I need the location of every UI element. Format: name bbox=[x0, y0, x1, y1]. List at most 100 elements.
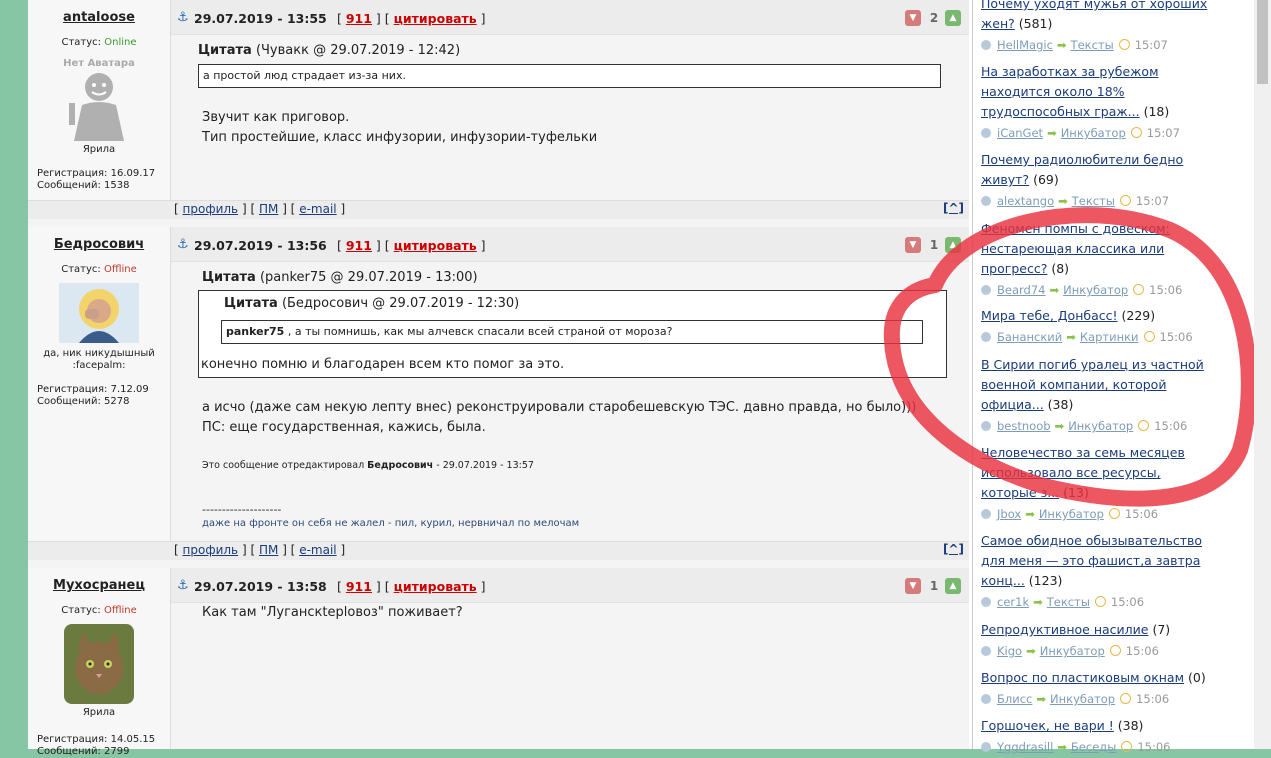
message-count: Сообщений: 5278 bbox=[37, 396, 130, 407]
topic-user[interactable]: Jbox bbox=[997, 507, 1021, 521]
author-name[interactable]: antaloose bbox=[28, 10, 170, 25]
topic-link[interactable]: Горшочек, не вари ! bbox=[981, 718, 1114, 733]
profile-link[interactable]: профиль bbox=[183, 543, 239, 557]
topic-link[interactable]: Почему уходят мужья от хороших жен? bbox=[981, 0, 1207, 31]
thumb-down-icon[interactable]: ▼ bbox=[905, 237, 921, 253]
topic-category[interactable]: Инкубатор bbox=[1039, 507, 1104, 521]
anchor-icon[interactable]: ⚓ bbox=[177, 10, 189, 25]
scrollbar-thumb[interactable] bbox=[1257, 0, 1268, 84]
sidebar-topic: Феномен помпы с довеском: нестареющая кл… bbox=[981, 219, 1215, 299]
topic-link[interactable]: На заработках за рубежом находится около… bbox=[981, 64, 1159, 119]
topic-category[interactable]: Беседы bbox=[1071, 740, 1116, 754]
bracket: ] [ bbox=[241, 543, 256, 557]
author-panel: Мухосранец Статус: Offline Ярила Регистр… bbox=[28, 568, 171, 757]
quote-link[interactable]: цитировать bbox=[394, 579, 477, 594]
page-scrollbar[interactable] bbox=[1254, 0, 1271, 749]
post-actions: [ 911 ] [ цитировать ] bbox=[337, 238, 486, 253]
author-name[interactable]: Мухосранец bbox=[28, 578, 170, 593]
author-panel: Бедросович Статус: Offline да, ник никуд… bbox=[28, 227, 171, 541]
thumb-down-icon[interactable]: ▼ bbox=[905, 10, 921, 26]
pm-link[interactable]: ПМ bbox=[259, 202, 278, 216]
quote-source: (panker75 @ 29.07.2019 - 13:00) bbox=[259, 270, 478, 285]
status-label: Статус: bbox=[61, 264, 101, 275]
topic-user[interactable]: Beard74 bbox=[997, 283, 1045, 297]
topic-category[interactable]: Инкубатор bbox=[1063, 283, 1128, 297]
scroll-top-link[interactable]: [^] bbox=[943, 542, 964, 556]
topic-count: (38) bbox=[1117, 718, 1144, 733]
thumb-up-icon[interactable]: ▲ bbox=[945, 237, 961, 253]
quote-link[interactable]: цитировать bbox=[394, 238, 477, 253]
topic-user[interactable]: Блисс bbox=[997, 692, 1032, 706]
author-name[interactable]: Бедросович bbox=[28, 237, 170, 252]
topic-link[interactable]: В Сирии погиб уралец из частной военной … bbox=[981, 357, 1204, 412]
topic-category[interactable]: Тексты bbox=[1072, 194, 1115, 208]
topic-user[interactable]: iCanGet bbox=[997, 126, 1043, 140]
thumb-down-icon[interactable]: ▼ bbox=[905, 578, 921, 594]
thumb-up-icon[interactable]: ▲ bbox=[945, 578, 961, 594]
topic-user[interactable]: HellMagic bbox=[997, 38, 1053, 52]
scroll-top-link[interactable]: [^] bbox=[943, 201, 964, 215]
email-link[interactable]: e-mail bbox=[299, 543, 336, 557]
topic-user[interactable]: alextango bbox=[997, 194, 1054, 208]
topic-user[interactable]: Yggdrasill bbox=[997, 740, 1053, 754]
post-number-link[interactable]: 911 bbox=[346, 238, 372, 253]
topic-count: (13) bbox=[1063, 485, 1089, 500]
post-date: 29.07.2019 - 13:56 bbox=[194, 238, 327, 253]
topic-category[interactable]: Инкубатор bbox=[1040, 644, 1105, 658]
topic-user[interactable]: bestnoob bbox=[997, 419, 1051, 433]
post-text-line: ПС: еще государственная, кажись, была. bbox=[202, 420, 486, 435]
author-rank: Ярила bbox=[82, 144, 116, 155]
topic-time: 15:06 bbox=[1137, 740, 1171, 754]
topic-link[interactable]: Почему радиолюбители бедно живут? bbox=[981, 152, 1183, 187]
topic-user[interactable]: cer1k bbox=[997, 595, 1029, 609]
user-icon bbox=[981, 742, 991, 752]
nested-quote-user: panker75 bbox=[226, 325, 285, 338]
rating-count: 1 bbox=[929, 238, 939, 252]
topic-category[interactable]: Тексты bbox=[1047, 595, 1090, 609]
arrow-icon: ➡ bbox=[1025, 507, 1035, 521]
anchor-icon[interactable]: ⚓ bbox=[177, 578, 189, 593]
topic-category[interactable]: Картинки bbox=[1080, 330, 1139, 344]
topic-category[interactable]: Инкубатор bbox=[1050, 692, 1115, 706]
topic-user[interactable]: Kigo bbox=[997, 644, 1022, 658]
quote-box: Цитата (Бедросович @ 29.07.2019 - 12:30)… bbox=[198, 290, 947, 378]
topic-count: (7) bbox=[1152, 622, 1171, 637]
status-value: Offline bbox=[103, 605, 137, 616]
status-value: Online bbox=[104, 37, 137, 48]
edit-note-date: - 29.07.2019 - 13:57 bbox=[436, 460, 534, 471]
profile-link[interactable]: профиль bbox=[183, 202, 239, 216]
clock-icon bbox=[1121, 741, 1133, 752]
topic-category[interactable]: Инкубатор bbox=[1061, 126, 1126, 140]
clock-icon bbox=[1133, 284, 1145, 295]
arrow-icon: ➡ bbox=[1056, 38, 1067, 52]
email-link[interactable]: e-mail bbox=[299, 202, 336, 216]
topic-link[interactable]: Мира тебе, Донбасс! bbox=[981, 308, 1118, 323]
post-number-link[interactable]: 911 bbox=[346, 579, 372, 594]
clock-icon bbox=[1119, 195, 1131, 206]
sidebar-topic: На заработках за рубежом находится около… bbox=[981, 62, 1215, 142]
quote-text: конечно помню и благодарен всем кто помо… bbox=[201, 357, 565, 372]
forum-post: ⚓ 29.07.2019 - 13:56 [ 911 ] [ цитироват… bbox=[28, 227, 969, 562]
topic-link[interactable]: Репродуктивное насилие bbox=[981, 622, 1148, 637]
avatar-facepalm-icon bbox=[59, 283, 139, 343]
post-number-link[interactable]: 911 bbox=[346, 11, 372, 26]
user-icon bbox=[981, 509, 991, 519]
registration-date: Регистрация: 7.12.09 bbox=[37, 384, 149, 395]
thumb-up-icon[interactable]: ▲ bbox=[945, 10, 961, 26]
post-text-line: Как там "Луганскteplовоз" поживает? bbox=[202, 605, 463, 620]
topic-user[interactable]: Банaнский bbox=[997, 330, 1062, 344]
topic-category[interactable]: Тексты bbox=[1071, 38, 1114, 52]
topic-link[interactable]: Самое обидное обызывательство для меня —… bbox=[981, 533, 1202, 588]
sidebar-topic: Репродуктивное насилие (7) Kigo ➡ Инкубато… bbox=[981, 620, 1215, 660]
post-text-line: а исчо (даже сам некую лепту внес) рекон… bbox=[202, 400, 917, 415]
topic-count: (8) bbox=[1051, 261, 1070, 276]
quote-link[interactable]: цитировать bbox=[394, 11, 477, 26]
topic-link[interactable]: Феномен помпы с довеском: нестареющая кл… bbox=[981, 221, 1170, 276]
topic-category[interactable]: Инкубатор bbox=[1068, 419, 1133, 433]
post-text-line: Тип простейшие, класс инфузории, инфузор… bbox=[202, 130, 598, 145]
pm-link[interactable]: ПМ bbox=[259, 543, 278, 557]
arrow-icon: ➡ bbox=[1049, 283, 1060, 297]
sidebar-topic: Мира тебе, Донбасс! (229) Банaнский ➡ Карт… bbox=[981, 306, 1215, 346]
anchor-icon[interactable]: ⚓ bbox=[177, 237, 189, 252]
topic-link[interactable]: Вопрос по пластиковым окнам bbox=[981, 670, 1184, 685]
